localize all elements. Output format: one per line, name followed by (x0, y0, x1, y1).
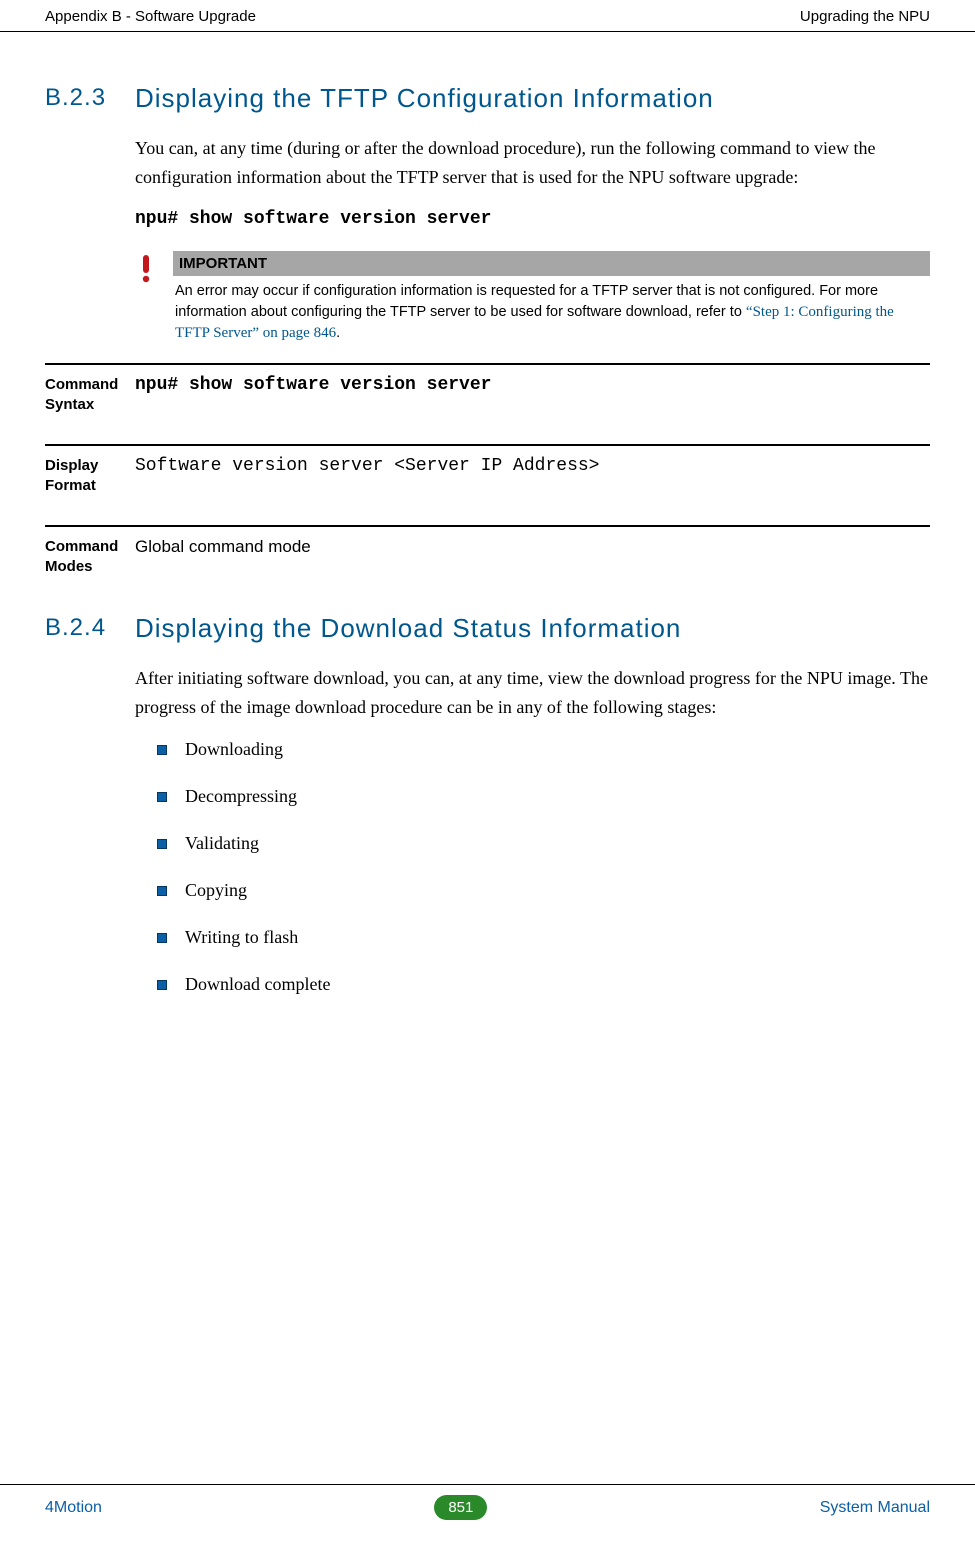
def-row-format: Display Format Software version server <… (45, 444, 930, 525)
bullet-icon (157, 792, 167, 802)
list-item-label: Writing to flash (185, 927, 298, 948)
important-body: IMPORTANT An error may occur if configur… (173, 251, 930, 343)
list-item: Download complete (157, 974, 930, 995)
bullet-icon (157, 886, 167, 896)
bullet-icon (157, 980, 167, 990)
def-label-format: Display Format (45, 456, 135, 495)
def-row-syntax: Command Syntax npu# show software versio… (45, 363, 930, 444)
def-row-modes: Command Modes Global command mode (45, 525, 930, 606)
list-item: Decompressing (157, 786, 930, 807)
list-item-label: Validating (185, 833, 259, 854)
def-value-modes: Global command mode (135, 537, 311, 576)
list-item: Writing to flash (157, 927, 930, 948)
list-item-label: Download complete (185, 974, 330, 995)
footer-left: 4Motion (45, 1499, 102, 1517)
page-header: Appendix B - Software Upgrade Upgrading … (0, 0, 975, 32)
important-label: IMPORTANT (173, 251, 930, 276)
section-number: B.2.3 (45, 82, 135, 116)
important-text: An error may occur if configuration info… (173, 282, 930, 343)
section-title: Displaying the Download Status Informati… (135, 612, 681, 646)
page-footer: 4Motion 851 System Manual (0, 1484, 975, 1520)
stages-list: Downloading Decompressing Validating Cop… (157, 739, 930, 995)
page-content: B.2.3 Displaying the TFTP Configuration … (0, 32, 975, 995)
list-item: Validating (157, 833, 930, 854)
bullet-icon (157, 933, 167, 943)
header-right: Upgrading the NPU (800, 8, 930, 25)
section-b23-paragraph: You can, at any time (during or after th… (135, 134, 930, 192)
def-value-syntax: npu# show software version server (135, 375, 491, 414)
section-b24-paragraph: After initiating software download, you … (135, 664, 930, 722)
important-icon (135, 251, 161, 343)
important-note: IMPORTANT An error may occur if configur… (135, 251, 930, 343)
def-label-modes: Command Modes (45, 537, 135, 576)
page-number-badge: 851 (434, 1495, 487, 1520)
footer-right: System Manual (820, 1499, 930, 1517)
section-title: Displaying the TFTP Configuration Inform… (135, 82, 714, 116)
list-item-label: Downloading (185, 739, 283, 760)
important-suffix: . (336, 325, 340, 341)
list-item-label: Decompressing (185, 786, 297, 807)
list-item: Copying (157, 880, 930, 901)
def-value-format: Software version server <Server IP Addre… (135, 456, 599, 495)
list-item-label: Copying (185, 880, 247, 901)
section-number: B.2.4 (45, 612, 135, 646)
bullet-icon (157, 745, 167, 755)
command-definitions: Command Syntax npu# show software versio… (45, 363, 930, 606)
header-left: Appendix B - Software Upgrade (45, 8, 256, 25)
command-example: npu# show software version server (135, 209, 930, 229)
section-b23-heading: B.2.3 Displaying the TFTP Configuration … (45, 82, 930, 116)
def-label-syntax: Command Syntax (45, 375, 135, 414)
list-item: Downloading (157, 739, 930, 760)
bullet-icon (157, 839, 167, 849)
section-b24-heading: B.2.4 Displaying the Download Status Inf… (45, 612, 930, 646)
